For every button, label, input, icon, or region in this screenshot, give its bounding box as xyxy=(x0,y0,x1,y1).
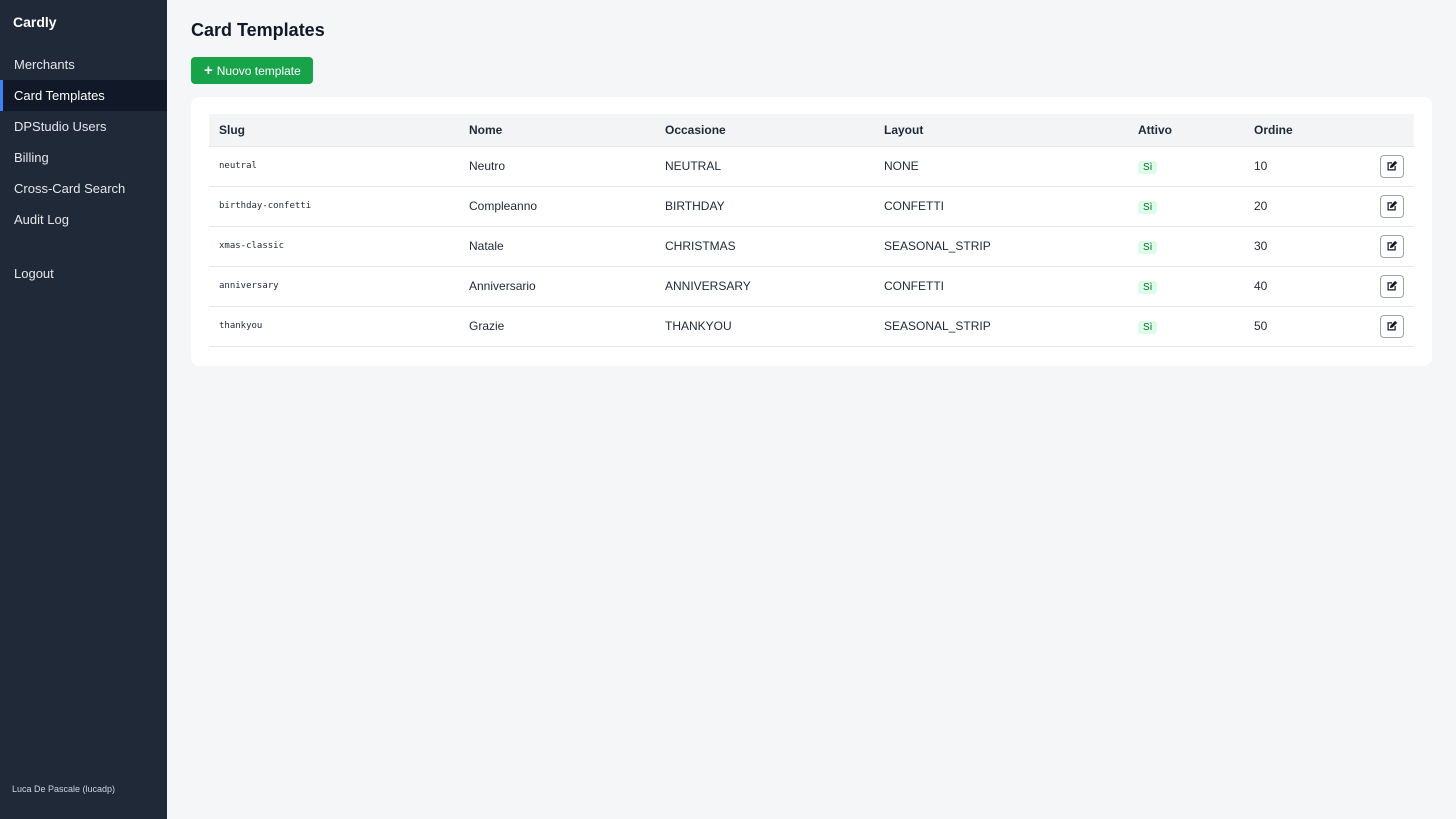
cell-slug: neutral xyxy=(209,146,459,187)
cell-nome: Anniversario xyxy=(459,266,655,307)
cell-nome: Natale xyxy=(459,226,655,267)
cell-layout: CONFETTI xyxy=(874,186,1128,227)
cell-layout: NONE xyxy=(874,146,1128,187)
edit-icon xyxy=(1387,160,1398,171)
sidebar-item-cross-card-search[interactable]: Cross-Card Search xyxy=(0,173,167,204)
edit-button[interactable] xyxy=(1380,274,1404,298)
cell-layout: CONFETTI xyxy=(874,266,1128,307)
sidebar-item-audit-log[interactable]: Audit Log xyxy=(0,204,167,235)
cell-actions xyxy=(1354,266,1414,307)
sidebar-item-billing[interactable]: Billing xyxy=(0,142,167,173)
sidebar-item-merchants[interactable]: Merchants xyxy=(0,49,167,80)
cell-attivo: Sì xyxy=(1128,186,1244,227)
cell-attivo: Sì xyxy=(1128,306,1244,347)
cell-ordine: 10 xyxy=(1244,146,1354,187)
table-row: xmas-classic Natale CHRISTMAS SEASONAL_S… xyxy=(209,226,1414,267)
cell-slug: birthday-confetti xyxy=(209,186,459,227)
cell-nome: Neutro xyxy=(459,146,655,187)
column-header-layout[interactable]: Layout xyxy=(874,114,1128,147)
templates-table: Slug Nome Occasione Layout Attivo Ordine… xyxy=(209,114,1414,347)
cell-ordine: 50 xyxy=(1244,306,1354,347)
cell-nome: Compleanno xyxy=(459,186,655,227)
cell-slug: thankyou xyxy=(209,306,459,347)
table-row: birthday-confetti Compleanno BIRTHDAY CO… xyxy=(209,186,1414,227)
cell-occasione: BIRTHDAY xyxy=(655,186,874,227)
edit-button[interactable] xyxy=(1380,314,1404,338)
edit-button[interactable] xyxy=(1380,234,1404,258)
cell-slug: anniversary xyxy=(209,266,459,307)
cell-slug: xmas-classic xyxy=(209,226,459,267)
cell-occasione: NEUTRAL xyxy=(655,146,874,187)
cell-attivo: Sì xyxy=(1128,146,1244,187)
edit-button[interactable] xyxy=(1380,194,1404,218)
new-template-label: Nuovo template xyxy=(216,63,301,78)
cell-occasione: THANKYOU xyxy=(655,306,874,347)
column-header-nome[interactable]: Nome xyxy=(459,114,655,147)
cell-attivo: Sì xyxy=(1128,226,1244,267)
templates-card: Slug Nome Occasione Layout Attivo Ordine… xyxy=(191,97,1432,366)
edit-icon xyxy=(1387,200,1398,211)
cell-occasione: CHRISTMAS xyxy=(655,226,874,267)
cell-ordine: 40 xyxy=(1244,266,1354,307)
cell-actions xyxy=(1354,146,1414,187)
cell-attivo: Sì xyxy=(1128,266,1244,307)
status-badge: Sì xyxy=(1138,200,1158,214)
cell-layout: SEASONAL_STRIP xyxy=(874,306,1128,347)
cell-occasione: ANNIVERSARY xyxy=(655,266,874,307)
table-row: anniversary Anniversario ANNIVERSARY CON… xyxy=(209,266,1414,307)
cell-actions xyxy=(1354,306,1414,347)
column-header-slug[interactable]: Slug xyxy=(209,114,459,147)
cell-layout: SEASONAL_STRIP xyxy=(874,226,1128,267)
new-template-button[interactable]: + Nuovo template xyxy=(191,57,313,84)
brand-logo[interactable]: Cardly xyxy=(13,14,57,30)
table-row: neutral Neutro NEUTRAL NONE Sì 10 xyxy=(209,146,1414,187)
sidebar-nav: Merchants Card Templates DPStudio Users … xyxy=(0,49,167,235)
cell-actions xyxy=(1354,226,1414,267)
edit-icon xyxy=(1387,240,1398,251)
main-content: Card Templates + Nuovo template Slug Nom… xyxy=(167,0,1456,819)
plus-icon: + xyxy=(204,62,213,79)
edit-icon xyxy=(1387,320,1398,331)
column-header-attivo[interactable]: Attivo xyxy=(1128,114,1244,147)
current-user-label: Luca De Pascale (lucadp) xyxy=(12,784,116,794)
table-row: thankyou Grazie THANKYOU SEASONAL_STRIP … xyxy=(209,306,1414,347)
status-badge: Sì xyxy=(1138,280,1158,294)
edit-button[interactable] xyxy=(1380,154,1404,178)
column-header-actions xyxy=(1354,114,1414,147)
column-header-ordine[interactable]: Ordine xyxy=(1244,114,1354,147)
sidebar-item-dpstudio-users[interactable]: DPStudio Users xyxy=(0,111,167,142)
sidebar-item-card-templates[interactable]: Card Templates xyxy=(0,80,167,111)
cell-actions xyxy=(1354,186,1414,227)
status-badge: Sì xyxy=(1138,240,1158,254)
logout-link[interactable]: Logout xyxy=(14,266,54,281)
cell-nome: Grazie xyxy=(459,306,655,347)
status-badge: Sì xyxy=(1138,160,1158,174)
status-badge: Sì xyxy=(1138,320,1158,334)
cell-ordine: 20 xyxy=(1244,186,1354,227)
table-header-row: Slug Nome Occasione Layout Attivo Ordine xyxy=(209,114,1414,147)
cell-ordine: 30 xyxy=(1244,226,1354,267)
column-header-occasione[interactable]: Occasione xyxy=(655,114,874,147)
sidebar: Cardly Merchants Card Templates DPStudio… xyxy=(0,0,167,819)
page-title: Card Templates xyxy=(191,20,325,40)
edit-icon xyxy=(1387,280,1398,291)
